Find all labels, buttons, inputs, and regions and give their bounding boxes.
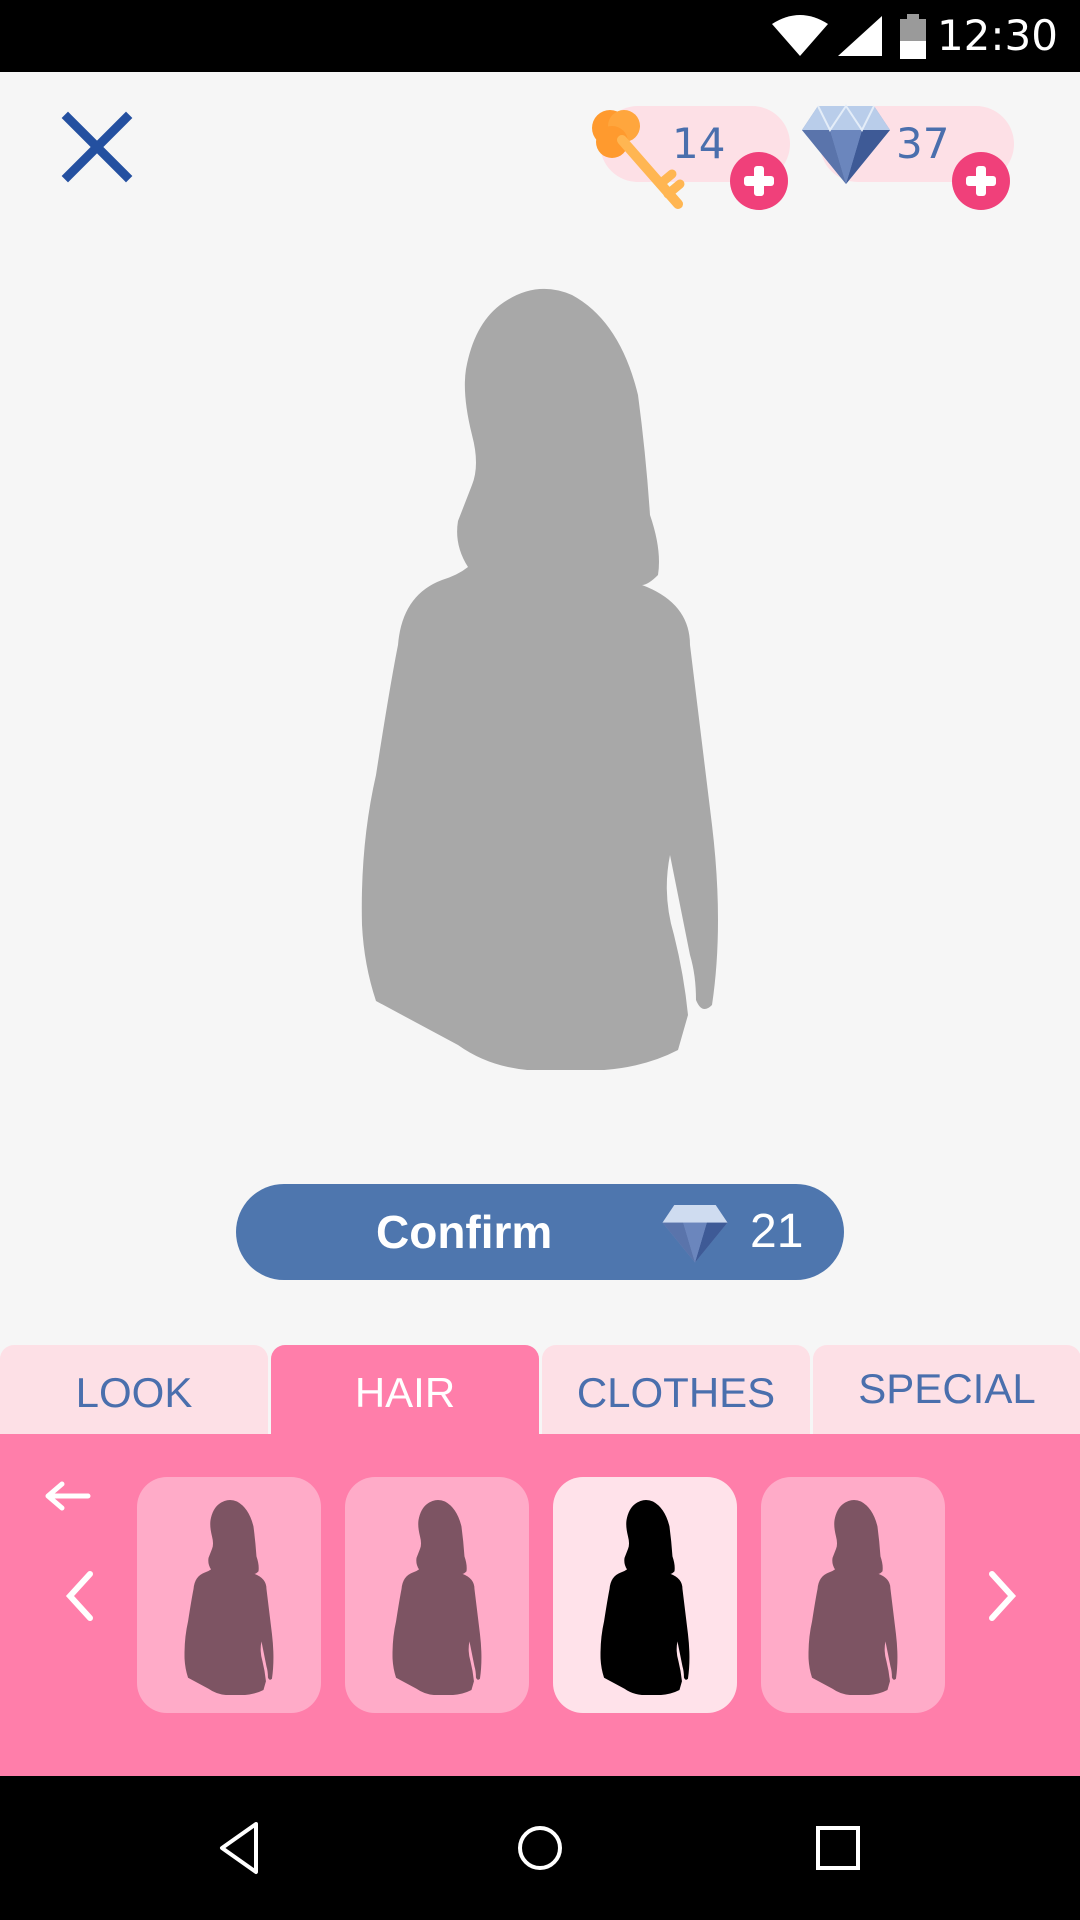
- back-icon[interactable]: [216, 1816, 262, 1880]
- hair-option-thumbnail: [600, 1499, 690, 1695]
- clock: 12:30: [936, 11, 1058, 60]
- hair-option[interactable]: [761, 1477, 945, 1713]
- diamond-icon: [802, 104, 890, 184]
- tab-clothes[interactable]: CLOTHES: [542, 1345, 810, 1435]
- tab-label: CLOTHES: [576, 1369, 776, 1416]
- signal-icon: [838, 16, 882, 56]
- confirm-button[interactable]: Confirm 21: [236, 1184, 844, 1280]
- tab-look[interactable]: LOOK: [0, 1345, 268, 1435]
- tab-label: SPECIAL: [858, 1365, 1036, 1412]
- tab-label: HAIR: [354, 1369, 456, 1416]
- key-icon: [592, 110, 685, 209]
- close-button[interactable]: [58, 108, 138, 188]
- avatar-silhouette: [361, 289, 718, 1070]
- tab-hair[interactable]: HAIR: [271, 1345, 539, 1437]
- status-bar: 12:30: [0, 0, 1080, 72]
- screen: 12:30 14 37 Confirm 21 LOOK HAIR CLOTHES…: [0, 0, 1080, 1920]
- wifi-icon: [772, 15, 828, 56]
- close-icon: [61, 111, 133, 183]
- hair-option-selected[interactable]: [553, 1477, 737, 1713]
- add-gems-button[interactable]: [952, 152, 1010, 210]
- add-keys-button[interactable]: [730, 152, 788, 210]
- confirm-cost: 21: [750, 1205, 804, 1258]
- prev-arrow-icon[interactable]: [60, 1566, 100, 1626]
- tab-special[interactable]: SPECIAL: [813, 1345, 1080, 1435]
- confirm-label: Confirm: [376, 1206, 553, 1258]
- hair-option-thumbnail: [392, 1499, 482, 1695]
- next-arrow-icon[interactable]: [982, 1566, 1022, 1626]
- diamond-icon: [662, 1204, 728, 1263]
- hair-option[interactable]: [137, 1477, 321, 1713]
- back-arrow-icon[interactable]: [44, 1478, 92, 1514]
- hair-option-thumbnail: [808, 1499, 898, 1695]
- hair-option[interactable]: [345, 1477, 529, 1713]
- home-icon[interactable]: [516, 1816, 564, 1880]
- recents-icon[interactable]: [814, 1816, 862, 1880]
- gems-amount: 37: [896, 119, 950, 168]
- navigation-bar: [0, 1776, 1080, 1920]
- tab-label: LOOK: [75, 1369, 193, 1416]
- hair-option-thumbnail: [184, 1499, 274, 1695]
- battery-icon: [900, 14, 926, 59]
